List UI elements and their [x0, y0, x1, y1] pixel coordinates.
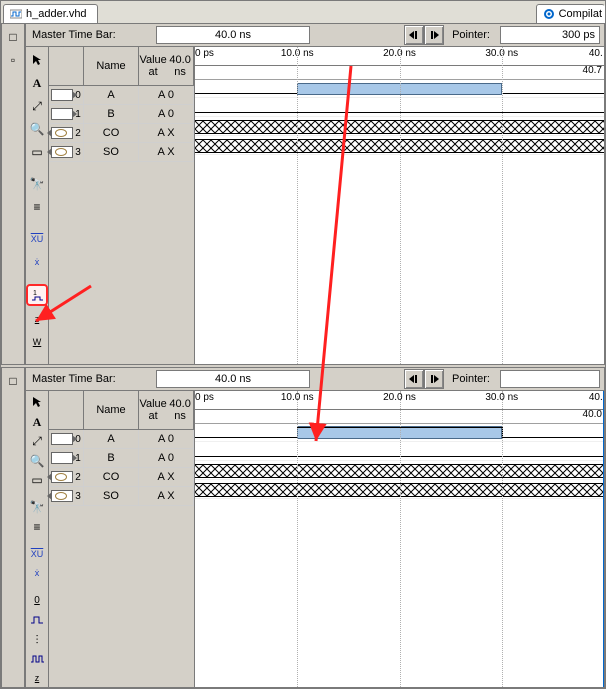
signal-name: SO [84, 143, 139, 161]
tool-zoomin[interactable]: 🔍 [27, 119, 47, 139]
signal-list-bottom: Name Value at40.0 ns 0AA 01BA 02COA X3SO… [49, 391, 195, 687]
next-edge-button-b[interactable] [424, 369, 444, 389]
tool-outer-1[interactable]: □ [3, 27, 23, 47]
pointer-value-b[interactable] [500, 370, 600, 388]
b-tool-pointer[interactable] [27, 394, 47, 410]
tool-force-high[interactable]: 1 [26, 284, 48, 306]
signal-value: A X [139, 124, 194, 142]
next-edge-button[interactable] [424, 25, 444, 45]
signal-name: CO [84, 468, 139, 486]
waveform-file-icon [10, 8, 22, 20]
signal-name: A [84, 86, 139, 104]
signal-row[interactable]: 0AA 0 [49, 86, 194, 105]
ruler-tick: 40. [589, 392, 603, 403]
signal-value: A 0 [139, 86, 194, 104]
tool-outerb-1[interactable]: □ [3, 371, 23, 391]
svg-text:1: 1 [33, 290, 37, 297]
gear-icon [543, 8, 555, 20]
toolbar-outer-top: □ ▫ [2, 24, 25, 364]
b-tool-o[interactable]: 0 [27, 593, 47, 609]
toolbar-inner-bottom: A ⤢ 🔍 ▭ 🔭 ≡ XU ẋ 0 ⫶ [26, 391, 49, 687]
signal-row[interactable]: 3SOA X [49, 143, 194, 162]
wave-pane-bottom: □ Master Time Bar: 40.0 ns Pointer: [1, 367, 605, 688]
tab-compile[interactable]: Compilat [536, 4, 605, 23]
wave-pane-top: □ ▫ Master Time Bar: 40.0 ns Pointer: 30… [1, 23, 605, 365]
pointer-label: Pointer: [444, 29, 496, 41]
timebar-label: Master Time Bar: [26, 29, 156, 41]
b-tool-clock[interactable] [27, 651, 47, 667]
toolbar-inner-top: A ⤢ 🔍 ▭ 🔭 ≡ XU ẋ 1 z W [26, 47, 49, 364]
signal-row[interactable]: 1BA 0 [49, 449, 194, 468]
tool-text[interactable]: A [27, 73, 47, 93]
signal-name: B [84, 449, 139, 467]
tool-wave[interactable]: W [27, 332, 47, 352]
prev-edge-button-b[interactable] [404, 369, 424, 389]
signal-value: A X [139, 143, 194, 161]
cursor-readout-bottom: 40.0 [583, 409, 602, 420]
ruler-tick: 0 ps [195, 48, 214, 59]
b-tool-xx[interactable]: ẋ [27, 565, 47, 581]
col-value[interactable]: Value at40.0 ns [139, 47, 194, 85]
tool-force-low[interactable]: z [27, 309, 47, 329]
tab-compile-label: Compilat [559, 8, 602, 20]
waveform-bottom[interactable]: 0 ps10.0 ns20.0 ns30.0 ns40. 40.0 [195, 391, 604, 687]
timebar-top: Master Time Bar: 40.0 ns Pointer: 300 ps [26, 24, 604, 47]
signal-value: A 0 [139, 430, 194, 448]
timebar-bottom: Master Time Bar: 40.0 ns Pointer: [26, 368, 604, 391]
b-tool-full[interactable]: ▭ [27, 472, 47, 488]
signal-name: SO [84, 487, 139, 505]
signal-row[interactable]: 2COA X [49, 468, 194, 487]
col-index-icon [49, 47, 84, 85]
signal-value: A 0 [139, 449, 194, 467]
tab-file-label: h_adder.vhd [26, 8, 87, 20]
signal-row[interactable]: 2COA X [49, 124, 194, 143]
tool-xu[interactable]: XU [27, 229, 47, 249]
ruler-tick: 0 ps [195, 392, 214, 403]
b-tool-xu[interactable]: XU [27, 546, 47, 562]
b-tool-find[interactable]: 🔭 [27, 499, 47, 515]
tool-xx[interactable]: ẋ [27, 252, 47, 272]
b-tool-pulse[interactable] [27, 612, 47, 628]
tool-align[interactable]: ≡ [27, 197, 47, 217]
b-tool-text[interactable]: A [27, 413, 47, 429]
b-tool-dots[interactable]: ⫶ [27, 632, 47, 648]
ruler-tick: 40. [589, 48, 603, 59]
signal-list-top: Name Value at40.0 ns 0AA 01BA 02COA X3SO… [49, 47, 195, 364]
timebar-value[interactable]: 40.0 ns [156, 26, 310, 44]
tool-zoomfit[interactable]: ⤢ [27, 96, 47, 116]
tool-find[interactable]: 🔭 [27, 174, 47, 194]
cursor-readout-top: 40.7 [583, 65, 602, 76]
tool-pointer[interactable] [27, 50, 47, 70]
signal-value: A X [139, 468, 194, 486]
toolbar-outer-bottom: □ [2, 368, 25, 687]
pointer-value[interactable]: 300 ps [500, 26, 600, 44]
signal-row[interactable]: 3SOA X [49, 487, 194, 506]
b-tool-z[interactable]: z [27, 671, 47, 687]
waveform-top[interactable]: 0 ps10.0 ns20.0 ns30.0 ns40. 40.7 [195, 47, 604, 364]
b-tool-align[interactable]: ≡ [27, 519, 47, 535]
signal-name: A [84, 430, 139, 448]
b-tool-zoomfit[interactable]: ⤢ [27, 433, 47, 449]
signal-name: CO [84, 124, 139, 142]
signal-row[interactable]: 0AA 0 [49, 430, 194, 449]
tool-outer-2[interactable]: ▫ [3, 50, 23, 70]
signal-row[interactable]: 1BA 0 [49, 105, 194, 124]
signal-value: A 0 [139, 105, 194, 123]
signal-value: A X [139, 487, 194, 505]
tool-full[interactable]: ▭ [27, 142, 47, 162]
col-name[interactable]: Name [84, 47, 139, 85]
tab-bar: h_adder.vhd Compilat [1, 1, 605, 24]
tab-file[interactable]: h_adder.vhd [3, 4, 98, 23]
b-tool-zoomin[interactable]: 🔍 [27, 452, 47, 468]
signal-name: B [84, 105, 139, 123]
prev-edge-button[interactable] [404, 25, 424, 45]
